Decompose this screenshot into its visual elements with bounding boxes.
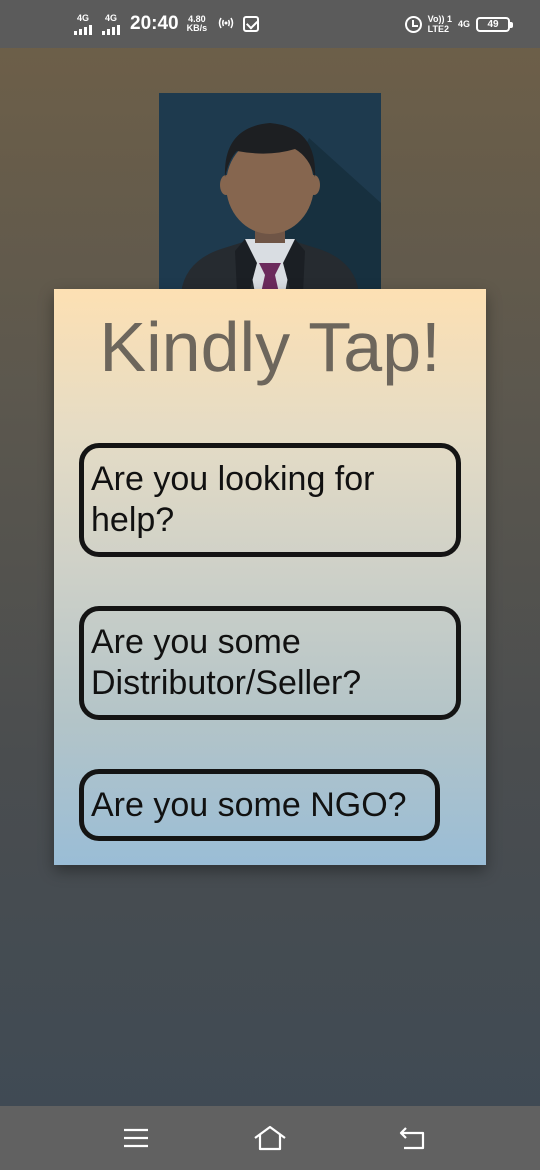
distributor-seller-button[interactable]: Are you some Distributor/Seller? [79,606,461,720]
menu-icon[interactable] [119,1122,153,1154]
notification-icon [243,16,260,32]
home-icon[interactable] [253,1122,287,1154]
sim1-signal-icon: 4G [72,12,94,35]
clock: 20:40 [130,13,179,34]
network-speed: 4.80 KB/s [187,15,208,33]
navigation-bar [0,1106,540,1170]
selection-card: Kindly Tap! Are you looking for help? Ar… [54,289,486,865]
network-type: 4G [457,19,470,29]
status-right: Vo)) 1 LTE2 4G 49 [404,0,513,48]
hotspot-icon [217,15,235,34]
back-icon[interactable] [395,1122,429,1154]
alarm-icon [404,15,422,33]
sim1-network-label: 4G [76,12,89,23]
page-title: Kindly Tap! [99,308,441,386]
sim2-network-label: 4G [104,12,117,23]
battery-icon: 49 [476,16,513,32]
ngo-button[interactable]: Are you some NGO? [79,769,440,841]
businessman-illustration [159,93,381,293]
volte-indicator: Vo)) 1 LTE2 [428,14,452,34]
avatar [159,93,381,293]
battery-level: 49 [487,18,499,30]
status-left: 4G 4G 20:40 4.80 KB/s [72,0,260,48]
volte-line1: Vo)) 1 [427,14,452,24]
sim2-signal-icon: 4G [100,12,122,35]
status-bar: 4G 4G 20:40 4.80 KB/s Vo)) 1 LTE2 4G 49 [0,0,540,48]
volte-line2: LTE2 [427,24,449,34]
help-seeker-button[interactable]: Are you looking for help? [79,443,461,557]
speed-unit: KB/s [186,23,208,33]
